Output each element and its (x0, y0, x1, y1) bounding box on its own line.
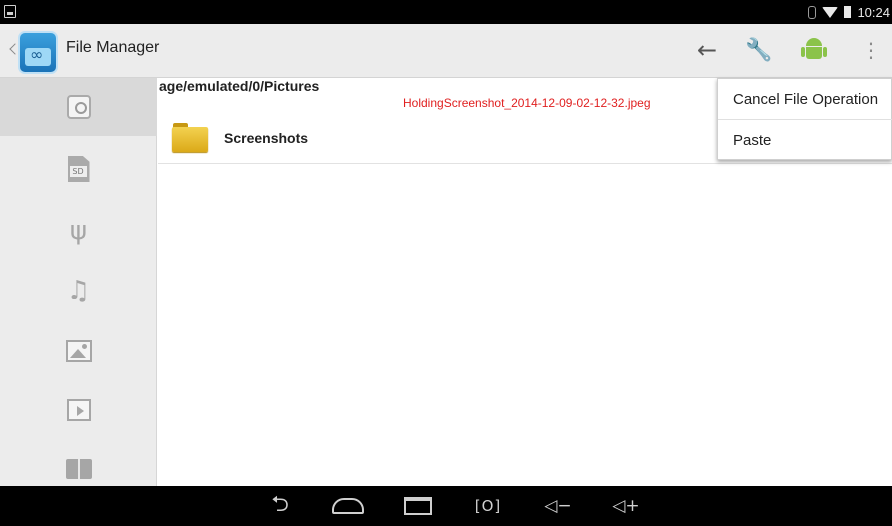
list-item-name: Screenshots (224, 130, 309, 146)
wrench-icon[interactable]: 🔧 (744, 35, 774, 65)
sidebar-item-music[interactable]: ♫ (0, 262, 157, 320)
volume-down-icon[interactable]: ◁− (540, 490, 576, 522)
book-icon (65, 459, 92, 479)
sidebar-item-internal-storage[interactable] (0, 78, 157, 136)
sidebar-item-videos[interactable] (0, 381, 157, 439)
sd-card-label: SD (69, 166, 87, 177)
overflow-menu-icon[interactable]: ⋮ (856, 35, 886, 65)
music-icon: ♫ (66, 276, 91, 306)
sidebar-item-usb[interactable]: ψ (0, 202, 157, 260)
menu-item-cancel-file-operation[interactable]: Cancel File Operation (718, 79, 892, 120)
overflow-popup-menu: Cancel File Operation Paste (717, 78, 892, 160)
back-icon[interactable]: ⮌ (262, 490, 298, 522)
volume-up-icon[interactable]: ◁+ (608, 490, 644, 522)
home-icon[interactable] (330, 490, 366, 522)
status-icons: 10:24 (808, 0, 892, 24)
screenshot-notification-icon (4, 5, 16, 18)
folder-icon (172, 123, 208, 153)
screenshot-icon[interactable]: [O] (470, 490, 506, 522)
sidebar-item-sd-card[interactable]: SD (0, 140, 157, 198)
picture-icon (65, 340, 92, 362)
current-path: age/emulated/0/Pictures (159, 78, 320, 94)
screen: 10:24 File Manager ← 🔧 ⋮ SD ψ ♫ (0, 0, 892, 526)
up-caret-icon[interactable] (9, 42, 17, 56)
usb-icon: ψ (69, 216, 88, 246)
internal-storage-icon (66, 95, 91, 119)
clipboard-filename: HoldingScreenshot_2014-12-09-02-12-32.jp… (403, 96, 651, 110)
clock: 10:24 (857, 4, 890, 20)
video-icon (66, 399, 91, 421)
bluetooth-icon (808, 5, 817, 19)
navigation-bar: ⮌ [O] ◁− ◁+ (0, 486, 892, 526)
sidebar: SD ψ ♫ (0, 78, 157, 486)
recents-icon[interactable] (400, 490, 436, 522)
battery-icon (844, 6, 852, 18)
status-bar: 10:24 (0, 0, 892, 24)
back-arrow-icon[interactable]: ← (692, 35, 722, 65)
action-bar: File Manager ← 🔧 ⋮ (0, 24, 892, 78)
app-logo-icon[interactable] (18, 31, 58, 74)
app-title: File Manager (66, 39, 160, 56)
wifi-icon (822, 6, 839, 18)
sd-card-icon: SD (67, 156, 90, 182)
menu-item-paste[interactable]: Paste (718, 120, 892, 161)
android-icon[interactable] (799, 35, 829, 65)
sidebar-item-pictures[interactable] (0, 322, 157, 380)
